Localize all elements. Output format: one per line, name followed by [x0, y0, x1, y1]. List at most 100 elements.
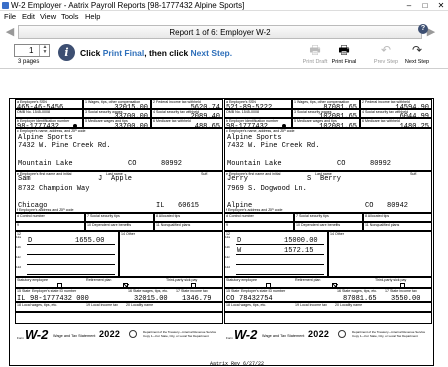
maximize-button[interactable]: □ — [420, 0, 430, 11]
form-label: Form — [17, 336, 24, 340]
help-icon[interactable]: ? — [418, 24, 428, 34]
box-label: Employer's state ID number — [32, 289, 77, 293]
info-icon: i — [58, 44, 75, 61]
box-9: 9 — [15, 222, 85, 231]
box-label: 17 State income tax — [176, 289, 208, 293]
box-12-code: W — [237, 247, 242, 255]
prev-step-button[interactable]: ↶ Prev Step — [371, 43, 401, 65]
field-value: CO — [226, 295, 235, 302]
box-label: 9 — [226, 223, 228, 227]
minimize-button[interactable]: – — [404, 0, 414, 11]
menu-bar: File Edit View Tools Help — [0, 11, 448, 22]
box-12-code: D — [28, 237, 33, 245]
box-12-amount: 1572.15 — [284, 247, 314, 255]
previous-report-arrow-icon[interactable]: ◀ — [3, 26, 17, 38]
box-label: 16 State wages, tips, etc. — [337, 289, 378, 293]
box-label: Third-party sick pay — [166, 278, 198, 282]
menu-tools[interactable]: Tools — [61, 11, 79, 22]
box-label: 20 Locality name — [126, 303, 154, 307]
box-12-line — [27, 254, 115, 255]
close-button[interactable]: ✕ — [436, 0, 446, 11]
title-bar: W-2 Employer - Aatrix Payroll Reports [9… — [0, 0, 448, 11]
field-value: Sam — [18, 175, 31, 183]
box-1-wages: 1 Wages, tips, other compensation 32015.0… — [83, 99, 151, 109]
back-arrow-icon: ↶ — [380, 43, 392, 57]
box-12-line — [27, 264, 115, 265]
box-3-ss-wages: 3 Social security wages 33700.00 — [83, 109, 151, 118]
field-value: CO — [365, 202, 374, 210]
box-label: 17 State income tax — [385, 289, 417, 293]
instruction-text: Click Print Final, then click Next Step. — [80, 48, 233, 58]
box-12-line-label: 12d — [16, 265, 22, 269]
box-label: Statutory employee — [17, 278, 48, 282]
box-label: Retirement plan — [86, 278, 112, 282]
box-label: Retirement plan — [295, 278, 321, 282]
box-label: 6 Medicare tax withheld — [362, 119, 400, 123]
box-label: 8 Allocated tips — [156, 214, 181, 218]
field-value: 80942 — [387, 202, 409, 210]
box-14-other: 14 Other — [328, 231, 432, 277]
alignment-mark-icon — [73, 124, 77, 128]
field-value: Mountain Lake — [18, 160, 73, 168]
box-label: 14 Other — [121, 232, 135, 236]
field-value: Mountain Lake — [227, 160, 282, 168]
box-12-amount: 15000.00 — [284, 237, 318, 245]
employee-ssn-box: a Employee's SSN 521-89-5222 — [224, 99, 292, 109]
box-3-ss-wages: 3 Social security wages 102081.65 — [292, 109, 360, 118]
field-value: 7969 S. Dogwood Ln. — [227, 185, 307, 193]
box-10-dependent-care: 10 Dependent care benefits — [85, 222, 154, 231]
box-label: 19 Local income tax — [86, 303, 118, 307]
box-9: 9 — [224, 222, 294, 231]
field-value: 7432 W. Pine Creek Rd. — [18, 142, 111, 150]
box-label: 9 — [17, 223, 19, 227]
revision-label: Aatrix Rev 6/27/22 — [210, 361, 265, 367]
box-label: 10 Dependent care benefits — [87, 223, 132, 227]
wage-tax-statement-title: Wage and Tax Statement — [262, 334, 305, 338]
box-10-dependent-care: 10 Dependent care benefits — [294, 222, 363, 231]
box-7-ss-tips: 7 Social security tips — [294, 213, 363, 222]
box-12-line-label: 12c — [16, 255, 21, 259]
window-title: W-2 Employer - Aatrix Payroll Reports [9… — [11, 1, 245, 10]
box-12-line-label: 12b — [16, 245, 22, 249]
menu-edit[interactable]: Edit — [22, 11, 35, 22]
menu-view[interactable]: View — [40, 11, 56, 22]
box-label: 11 Nonqualified plans — [365, 223, 400, 227]
report-selector[interactable]: Report 1 of 6: Employer W-2 — [18, 25, 422, 39]
box-6-medicare-tax: 6 Medicare tax withheld 1480.25 — [360, 118, 432, 128]
wage-tax-statement-title: Wage and Tax Statement — [53, 334, 96, 338]
page-spinner-icon[interactable]: ▲ ▼ — [39, 45, 50, 56]
box-c-employer: c Employer's name, address, and ZIP code… — [15, 128, 223, 171]
menu-file[interactable]: File — [4, 11, 16, 22]
app-icon — [2, 2, 9, 9]
field-value: 80992 — [161, 160, 183, 168]
page-number-input[interactable]: 1 ▲ ▼ — [14, 44, 50, 57]
field-value: IL — [17, 295, 26, 302]
field-value: 87081.65 — [343, 295, 377, 302]
omb-number: OMB No. 1545-0008 — [15, 109, 83, 118]
box-label: c Employer's name, address, and ZIP code — [17, 129, 86, 133]
box-label: 18 Local wages, tips, etc. — [17, 303, 58, 307]
box-label: Employer's state ID number — [241, 289, 286, 293]
box-18-20-local: 18 Local wages, tips, etc. 19 Local incom… — [15, 302, 223, 312]
print-draft-button[interactable]: 🖶 Print Draft — [300, 43, 330, 65]
box-12-code: D — [237, 237, 242, 245]
box-label: Suff. — [410, 172, 418, 176]
forward-arrow-icon: ↷ — [411, 43, 423, 57]
box-label: 19 Local income tax — [295, 303, 327, 307]
copy-designation: Copy 1—For State, City, or Local Tax Dep… — [352, 334, 418, 338]
box-12-line-label: 12d — [225, 265, 231, 269]
field-value: 7432 W. Pine Creek Rd. — [227, 142, 320, 150]
box-12-amount: 1655.00 — [75, 237, 105, 245]
menu-help[interactable]: Help — [85, 11, 100, 22]
box-7-ss-tips: 7 Social security tips — [85, 213, 154, 222]
box-5-medicare-wages: 5 Medicare wages and tips 102081.65 — [292, 118, 360, 128]
w2-form-left: a Employee's SSN 465-46-5456 1 Wages, tips… — [15, 99, 223, 349]
box-label: Suff. — [201, 172, 209, 176]
field-value: 3550.00 — [391, 295, 421, 302]
form-label: Form — [226, 336, 233, 340]
field-value: Alpine Sports — [227, 134, 282, 142]
field-value: J — [98, 175, 103, 183]
box-label: OMB No. 1545-0008 — [17, 110, 50, 114]
next-step-button[interactable]: ↷ Next Step — [402, 43, 432, 65]
print-final-button[interactable]: 🖶 Print Final — [329, 43, 359, 65]
